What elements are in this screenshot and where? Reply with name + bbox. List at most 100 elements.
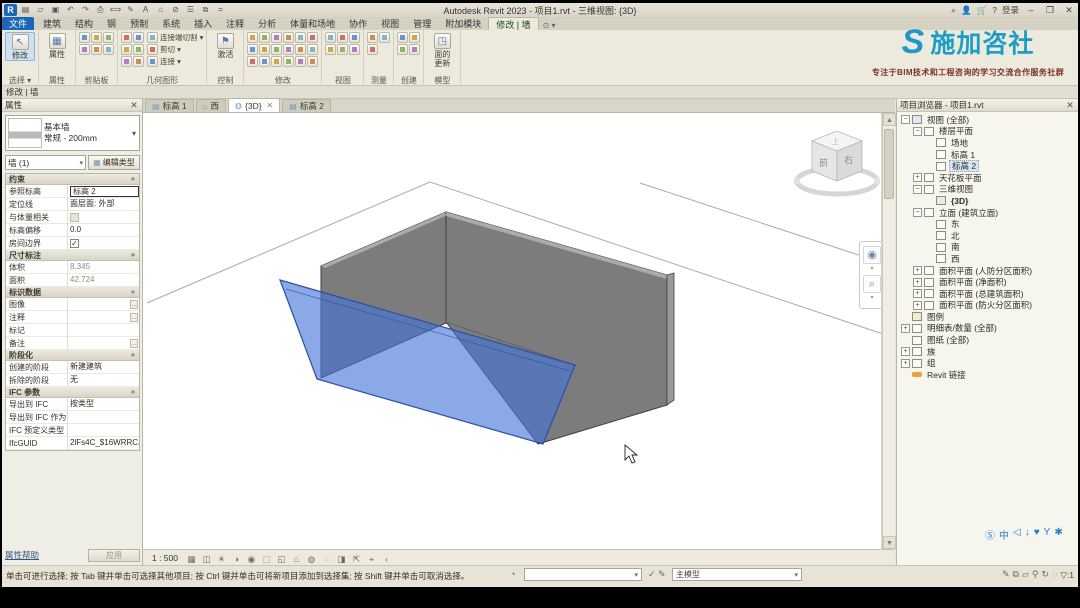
crop-view-icon[interactable]: ⬚ — [260, 552, 273, 564]
ribbon-tab-管理[interactable]: 管理 — [406, 17, 438, 30]
customize-qat-icon[interactable]: = — [214, 4, 227, 16]
scale-button[interactable]: 1 : 500 — [147, 552, 183, 564]
speaker-icon[interactable]: ◁ — [1013, 527, 1021, 542]
ribbon-tab-预制[interactable]: 预制 — [123, 17, 155, 30]
zoom-dropdown-icon[interactable]: ▾ — [870, 296, 873, 301]
ribbon-tool-icon[interactable] — [307, 32, 318, 43]
ribbon-tool-icon[interactable] — [247, 44, 258, 55]
3d-viewport[interactable]: 前 右 上 ◉ ▾ ⌕ ▾ — [143, 113, 881, 549]
ribbon-tool-icon[interactable] — [337, 32, 348, 43]
selection-filter-count[interactable]: ▽:1 — [1060, 570, 1074, 581]
ribbon-tool-icon[interactable] — [283, 44, 294, 55]
workset-dropdown[interactable]: ▾ — [524, 568, 642, 581]
tree-expander-icon[interactable]: + — [913, 289, 922, 298]
ribbon-tab-体量和场地[interactable]: 体量和场地 — [283, 17, 342, 30]
ribbon-tab-结构[interactable]: 结构 — [68, 17, 100, 30]
switch-windows-icon[interactable]: ⧉ — [199, 4, 212, 16]
tree-expander-icon[interactable]: + — [913, 301, 922, 310]
tree-item-西[interactable]: 西 — [897, 253, 1078, 265]
ribbon-tool-icon[interactable] — [397, 44, 408, 55]
ribbon-tool-icon[interactable] — [121, 32, 132, 43]
login-label[interactable]: 登录 — [1002, 4, 1019, 16]
exclude-options-icon[interactable]: ◌ — [1052, 569, 1057, 580]
ribbon-help-icon[interactable]: ⊙ ▾ — [543, 21, 556, 30]
ribbon-tool-icon[interactable] — [295, 44, 306, 55]
view-tab-标高 1[interactable]: ▤标高 1 — [145, 99, 194, 112]
minimize-button[interactable]: – — [1024, 5, 1038, 15]
ribbon-tool-icon[interactable] — [103, 44, 114, 55]
type-selector-dropdown-icon[interactable]: ▾ — [129, 129, 139, 138]
translate-icon[interactable]: 中 — [999, 527, 1009, 542]
ribbon-tab-修改 | 墙[interactable]: 修改 | 墙 — [488, 17, 538, 30]
property-value-与体量相关[interactable] — [68, 211, 139, 224]
store-icon[interactable]: 🛒 — [977, 5, 988, 16]
tree-item-明细表/数量 (全部)[interactable]: +明细表/数量 (全部) — [897, 323, 1078, 335]
tree-item-族[interactable]: +族 — [897, 346, 1078, 358]
tree-expander-icon[interactable]: − — [913, 185, 922, 194]
restore-button[interactable]: ❐ — [1043, 5, 1057, 16]
open-icon[interactable]: ▱ — [34, 4, 47, 16]
3d-view-icon[interactable]: ⌂ — [154, 4, 167, 16]
ribbon-tool-icon[interactable] — [397, 32, 408, 43]
ribbon-tool-icon[interactable] — [283, 32, 294, 43]
file-menu-icon[interactable]: ▤ — [19, 4, 32, 16]
ribbon-tool-icon[interactable] — [259, 56, 270, 67]
property-value-注释[interactable] — [68, 311, 130, 324]
tree-item-三维视图[interactable]: −三维视图 — [897, 184, 1078, 196]
property-value-标高偏移[interactable]: 0.0 — [68, 224, 139, 237]
ribbon-tool-icon[interactable] — [295, 56, 306, 67]
ribbon-tool-icon[interactable] — [133, 44, 144, 55]
save-icon[interactable]: ▣ — [49, 4, 62, 16]
ribbon-tool-icon[interactable] — [133, 56, 144, 67]
tree-expander-icon[interactable]: + — [901, 359, 910, 368]
ribbon-tool-icon[interactable] — [325, 32, 336, 43]
design-option-dropdown[interactable]: 主模型 ▾ — [672, 568, 802, 581]
tree-item-场地[interactable]: 场地 — [897, 137, 1078, 149]
ribbon-tool-icon[interactable] — [247, 32, 258, 43]
ribbon-tool-icon[interactable] — [79, 44, 90, 55]
tree-item-面积平面 (净面积)[interactable]: +面积平面 (净面积) — [897, 276, 1078, 288]
tree-item-视图 (全部)[interactable]: −视图 (全部) — [897, 114, 1078, 126]
tree-item-{3D}[interactable]: {3D} — [897, 195, 1078, 207]
ribbon-tool-icon[interactable] — [79, 32, 90, 43]
ribbon-tool-icon[interactable] — [271, 56, 282, 67]
worksharing-status-icon[interactable]: ◔ — [510, 569, 515, 579]
ribbon-tool-icon[interactable] — [325, 44, 336, 55]
section-pin-icon[interactable]: ∗ — [130, 251, 136, 259]
ellipsis-button[interactable]: … — [130, 300, 138, 309]
tag-icon[interactable]: ✎ — [124, 4, 137, 16]
ribbon-button-修改[interactable]: ↖修改 — [5, 32, 35, 61]
ribbon-tool-icon[interactable] — [379, 32, 390, 43]
reveal-hidden-icon[interactable]: ◌ — [320, 552, 333, 564]
favorite-icon[interactable]: ♥ — [1034, 527, 1040, 542]
section-pin-icon[interactable]: ∗ — [130, 388, 136, 396]
properties-close-icon[interactable]: ✕ — [129, 100, 139, 111]
project-browser-close-icon[interactable]: ✕ — [1065, 100, 1075, 111]
tree-item-标高 1[interactable]: 标高 1 — [897, 149, 1078, 161]
property-value-定位线[interactable]: 面层面: 外部 — [68, 198, 139, 211]
ribbon-tool-icon[interactable] — [271, 32, 282, 43]
ribbon-tool-icon[interactable] — [259, 32, 270, 43]
ribbon-tool-icon[interactable] — [367, 44, 378, 55]
workset-edit-icons[interactable]: ✓ ✎ — [648, 569, 666, 580]
displaced-elements-icon[interactable]: ⇱ — [350, 552, 363, 564]
property-value-备注[interactable] — [68, 337, 130, 350]
ribbon-tool-icon[interactable] — [307, 44, 318, 55]
tree-item-图纸 (全部)[interactable]: 图纸 (全部) — [897, 334, 1078, 346]
tree-item-Revit 链接[interactable]: Revit 链接 — [897, 369, 1078, 381]
ribbon-tool-连接[interactable]: 连接 ▾ — [147, 56, 203, 67]
ribbon-tool-icon[interactable] — [349, 32, 360, 43]
element-filter-dropdown[interactable]: 墙 (1) ▾ — [5, 155, 86, 170]
ribbon-tool-icon[interactable] — [91, 32, 102, 43]
property-value-创建的阶段[interactable]: 新建建筑 — [68, 361, 139, 374]
ribbon-tool-icon[interactable] — [121, 44, 132, 55]
tree-expander-icon[interactable]: − — [901, 115, 910, 124]
ribbon-tool-icon[interactable] — [271, 44, 282, 55]
scroll-down-icon[interactable]: ▼ — [883, 536, 896, 549]
print-icon[interactable]: ⎙ — [94, 4, 107, 16]
temporary-view-properties-icon[interactable]: ◨ — [335, 552, 348, 564]
property-value-IfcGUID[interactable]: 2lFs4C_$16WRRC... — [68, 437, 139, 450]
more-icon[interactable]: ‹ — [380, 552, 393, 564]
3d-lock-icon[interactable]: ⌂ — [290, 552, 303, 564]
section-pin-icon[interactable]: ∗ — [130, 288, 136, 296]
